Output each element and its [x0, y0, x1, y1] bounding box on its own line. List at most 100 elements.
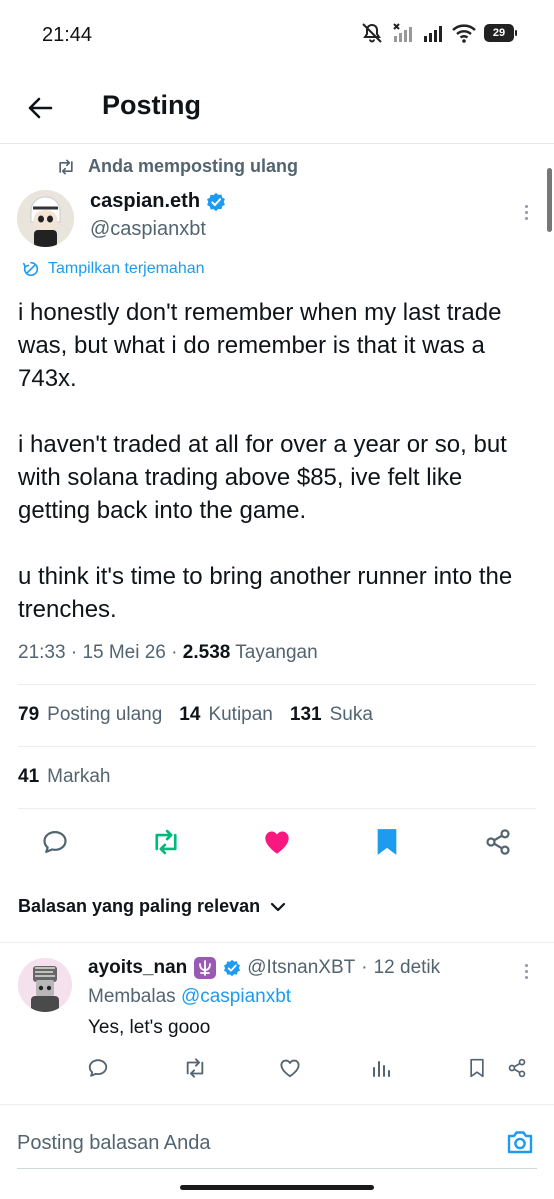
avatar-image [18, 958, 72, 1012]
reply-author-handle[interactable]: @ItsnanXBT [247, 957, 355, 979]
reply-reply-button[interactable] [84, 1054, 112, 1082]
author-name-row[interactable]: caspian.eth [90, 190, 226, 213]
more-dot-icon [524, 216, 528, 220]
reply-sort-dropdown[interactable]: Balasan yang paling relevan [18, 896, 286, 917]
more-dot-icon [524, 975, 528, 979]
more-dot-icon [524, 210, 528, 214]
chevron-down-icon [271, 902, 286, 911]
reposts-count: 79 [18, 704, 40, 725]
more-dot-icon [524, 204, 528, 208]
reply-share-button[interactable] [503, 1054, 531, 1082]
top-app-bar: Posting [0, 72, 554, 144]
reply-sort-label: Balasan yang paling relevan [18, 896, 261, 916]
tweet-paragraph: i honestly don't remember when my last t… [18, 299, 502, 392]
reply-header: ayoits_nan @ItsnanXBT · 12 detik [88, 956, 440, 980]
bookmarks-label: Markah [47, 766, 111, 787]
arrow-left-icon [28, 97, 53, 119]
views-label[interactable]: Tayangan [235, 642, 317, 663]
bookmarks-stat[interactable]: 41 Markah [18, 766, 111, 788]
reply-actions [0, 1054, 554, 1082]
repost-icon [155, 829, 177, 855]
status-icons: 29 [360, 22, 517, 44]
like-icon [265, 831, 289, 854]
purple-symbol-badge-icon [194, 957, 217, 979]
likes-label: Suka [329, 704, 373, 725]
divider [0, 1104, 554, 1105]
reply-more-options-button[interactable] [518, 960, 534, 982]
share-icon [508, 1058, 526, 1078]
repost-button[interactable] [146, 822, 186, 862]
reply-like-button[interactable] [276, 1054, 304, 1082]
reply-compose-input[interactable] [17, 1128, 487, 1158]
quotes-label: Kutipan [208, 704, 273, 725]
tweet-paragraph: i haven't traded at all for over a year … [18, 431, 507, 524]
back-button[interactable] [22, 90, 58, 126]
views-count[interactable]: 2.538 [183, 642, 231, 663]
tweet-text: i honestly don't remember when my last t… [18, 296, 538, 626]
tweet-actions [0, 822, 554, 862]
scrollbar[interactable] [547, 168, 552, 232]
share-icon [486, 829, 510, 855]
likes-stat[interactable]: 131 Suka [290, 704, 373, 726]
camera-button[interactable] [504, 1126, 536, 1158]
author-handle[interactable]: @caspianxbt [90, 218, 206, 241]
quotes-stat[interactable]: 14 Kutipan [179, 704, 273, 726]
verified-badge-icon [224, 959, 241, 977]
repost-icon [186, 1058, 204, 1078]
reply-text: Yes, let's gooo [88, 1017, 211, 1038]
home-indicator[interactable] [180, 1185, 374, 1190]
meta-separator: · [361, 957, 368, 978]
author-name[interactable]: caspian.eth [90, 190, 200, 213]
verified-badge-icon [207, 192, 225, 211]
reply-author-name[interactable]: ayoits_nan [88, 957, 187, 979]
share-button[interactable] [478, 822, 518, 862]
views-chart-icon [373, 1061, 390, 1077]
reposts-label: Posting ulang [47, 704, 163, 725]
reply-time[interactable]: 12 detik [374, 957, 441, 979]
engagement-stats: 79 Posting ulang 14 Kutipan 131 Suka [18, 704, 390, 726]
repost-context-label: Anda memposting ulang [88, 156, 299, 176]
status-time: 21:44 [42, 24, 93, 46]
reply-bookmark-button[interactable] [463, 1054, 491, 1082]
show-translation-label[interactable]: Tampilkan terjemahan [48, 260, 205, 278]
meta-separator: · [70, 642, 78, 663]
signal-icon [422, 22, 444, 44]
like-button[interactable] [257, 822, 297, 862]
divider [18, 808, 536, 809]
reposts-stat[interactable]: 79 Posting ulang [18, 704, 162, 726]
tweet-time[interactable]: 21:33 [18, 642, 66, 663]
bookmark-button[interactable] [367, 822, 407, 862]
show-translation-link[interactable]: Tampilkan terjemahan [22, 260, 205, 278]
likes-count: 131 [289, 704, 322, 725]
replying-to-prefix: Membalas [88, 986, 176, 1007]
meta-separator: · [171, 642, 178, 663]
repost-context: Anda memposting ulang [56, 156, 298, 177]
reply-icon [43, 830, 67, 854]
quotes-count: 14 [179, 704, 201, 725]
like-icon [280, 1059, 300, 1078]
divider [0, 942, 554, 943]
avatar-image [17, 190, 74, 247]
camera-icon [507, 1131, 533, 1154]
more-options-button[interactable] [518, 200, 534, 224]
avatar[interactable] [18, 958, 72, 1012]
reply-icon [88, 1059, 108, 1077]
divider [18, 746, 536, 747]
page-title: Posting [102, 90, 201, 120]
tweet-paragraph: u think it's time to bring another runne… [18, 563, 513, 623]
replying-to-mention[interactable]: @caspianxbt [181, 986, 291, 1007]
reply-button[interactable] [35, 822, 75, 862]
bookmark-icon [377, 829, 397, 855]
avatar[interactable] [17, 190, 74, 247]
wifi-icon [452, 23, 476, 43]
more-dot-icon [524, 969, 528, 973]
tweet-date[interactable]: 15 Mei 26 [82, 642, 165, 663]
battery-icon: 29 [484, 24, 517, 42]
bookmarks-count: 41 [18, 766, 40, 787]
reply-repost-button[interactable] [181, 1054, 209, 1082]
signal-off-icon [392, 22, 414, 44]
tweet-meta: 21:33 · 15 Mei 26 · 2.538 Tayangan [18, 642, 318, 664]
reply-views-button[interactable] [367, 1054, 395, 1082]
more-dot-icon [524, 963, 528, 967]
divider [18, 684, 536, 685]
